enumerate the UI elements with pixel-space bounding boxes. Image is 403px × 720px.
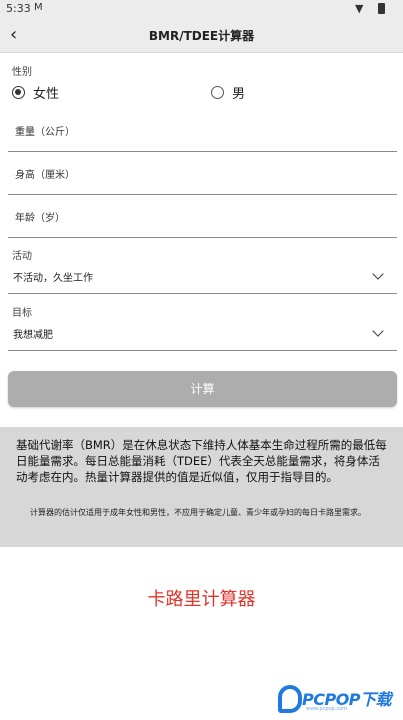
chevron-down-icon [372,325,384,337]
wifi-icon: ▼ [355,2,364,15]
goal-value: 我想减肥 [13,330,53,341]
radio-unchecked-icon[interactable] [211,86,224,99]
age-input[interactable]: 年龄（岁） [8,198,397,238]
gender-option-label: 女性 [33,87,60,102]
gender-option-female[interactable]: 女性 [12,83,59,102]
weight-placeholder: 重量（公斤） [15,127,75,138]
calculate-button[interactable]: 计算 [8,371,397,407]
gender-option-label: 男 [232,87,246,102]
status-time: 5:33 [6,2,31,15]
activity-value: 不活动，久坐工作 [13,273,93,284]
gender-label: 性别 [12,67,32,78]
mail-icon: M [34,2,43,13]
pcpop-logo-icon [278,685,302,713]
app-bar: ‹ BMR/TDEE计算器 [0,18,403,53]
promo-title: 卡路里计算器 [147,589,256,610]
goal-label: 目标 [12,308,32,319]
weight-input[interactable]: 重量（公斤） [8,112,397,152]
info-panel: 基础代谢率（BMR）是在休息状态下维持人体基本生命过程所需的最低每日能量需求。每… [0,427,403,547]
activity-label: 活动 [12,251,32,262]
battery-icon [378,3,385,14]
height-placeholder: 身高（厘米） [15,170,75,181]
status-bar: 5:33 M ▼ [0,0,403,18]
activity-dropdown[interactable]: 不活动，久坐工作 [8,262,397,294]
age-placeholder: 年龄（岁） [15,213,65,224]
radio-checked-icon[interactable] [12,86,25,99]
watermark-sub: www.pcpop.com [306,706,347,712]
gender-option-male[interactable]: 男 [211,83,245,102]
goal-dropdown[interactable]: 我想减肥 [8,319,397,351]
info-note: 计算器的估计仅适用于成年女性和男性，不应用于确定儿童、青少年或孕妇的每日卡路里需… [30,508,366,517]
height-input[interactable]: 身高（厘米） [8,155,397,195]
page-title: BMR/TDEE计算器 [148,29,255,43]
chevron-down-icon [372,268,384,280]
info-text: 基础代谢率（BMR）是在休息状态下维持人体基本生命过程所需的最低每日能量需求。每… [16,438,387,484]
watermark: PCPOP下载 www.pcpop.com [278,683,400,716]
